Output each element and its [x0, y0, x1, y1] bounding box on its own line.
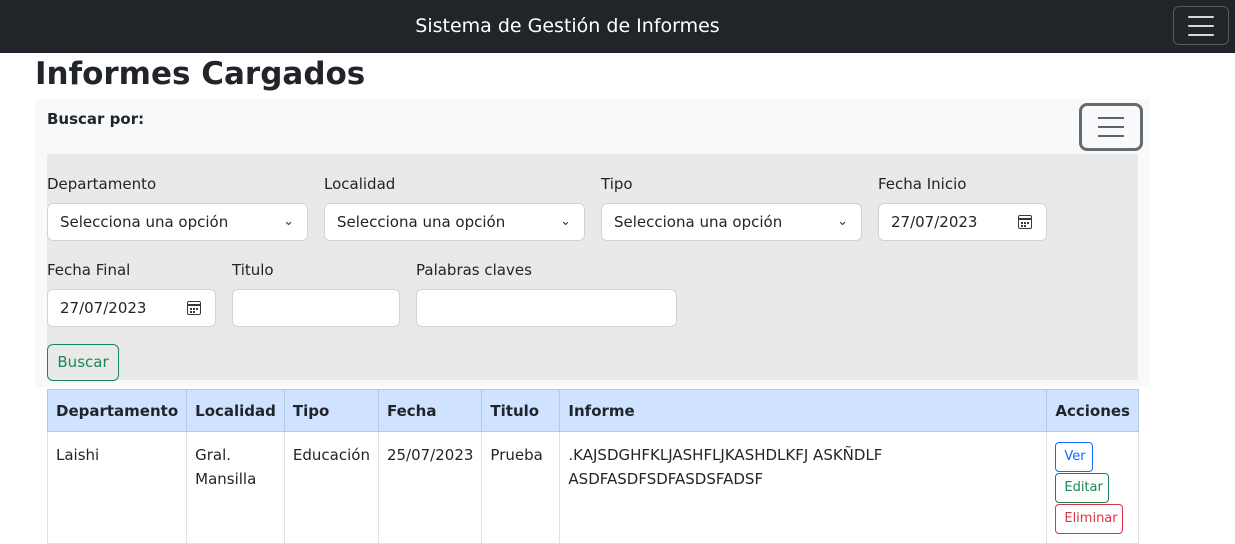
chevron-down-icon: ⌄ — [560, 214, 571, 229]
filter-toggle-button[interactable] — [1079, 103, 1143, 151]
cell-departamento: Laishi — [46, 431, 188, 544]
chevron-down-icon: ⌄ — [837, 214, 848, 229]
table-header-row: Departamento Localidad Tipo Fecha Titulo… — [46, 389, 1139, 432]
navbar-brand[interactable]: Sistema de Gestión de Informes — [0, 0, 1135, 53]
filter-menu-icon — [1098, 117, 1124, 119]
hamburger-menu-icon — [1188, 15, 1214, 18]
fecha-final-label: Fecha Final — [47, 261, 131, 279]
editar-button[interactable]: Editar — [1055, 473, 1110, 503]
header-tipo: Tipo — [283, 389, 379, 432]
fecha-inicio-input[interactable]: 27/07/2023 — [878, 203, 1047, 241]
localidad-selected-value: Selecciona una opción — [337, 213, 506, 231]
eliminar-button[interactable]: Eliminar — [1055, 504, 1124, 534]
fecha-inicio-value: 27/07/2023 — [891, 213, 978, 231]
palabras-claves-input[interactable] — [416, 289, 677, 327]
header-departamento: Departamento — [46, 389, 188, 432]
table-row: Laishi Gral. Mansilla Educación 25/07/20… — [46, 431, 1139, 544]
tipo-select[interactable]: Selecciona una opción ⌄ — [601, 203, 862, 241]
filter-form — [47, 154, 1138, 380]
cell-tipo: Educación — [283, 431, 379, 544]
localidad-label: Localidad — [324, 175, 396, 193]
ver-button[interactable]: Ver — [1055, 442, 1094, 472]
buscar-button[interactable]: Buscar — [47, 344, 119, 381]
palabras-claves-label: Palabras claves — [416, 261, 532, 279]
header-fecha: Fecha — [377, 389, 483, 432]
header-titulo: Titulo — [481, 389, 561, 432]
cell-informe: .KAJSDGHFKLJASHFLJKASHDLKFJ ASKÑDLF ASDF… — [559, 431, 1048, 544]
search-label: Buscar por: — [47, 110, 145, 128]
cell-acciones: Ver Editar Eliminar — [1046, 431, 1139, 544]
departamento-select[interactable]: Selecciona una opción ⌄ — [47, 203, 308, 241]
cell-localidad: Gral. Mansilla — [186, 431, 285, 544]
cell-fecha: 25/07/2023 — [377, 431, 483, 544]
departamento-label: Departamento — [47, 175, 157, 193]
navbar-toggler-button[interactable] — [1173, 6, 1229, 45]
tipo-label: Tipo — [601, 175, 633, 193]
top-navbar: Sistema de Gestión de Informes — [0, 0, 1235, 53]
header-informe: Informe — [559, 389, 1048, 432]
results-table: Departamento Localidad Tipo Fecha Titulo… — [46, 389, 1139, 544]
departamento-selected-value: Selecciona una opción — [60, 213, 229, 231]
chevron-down-icon: ⌄ — [283, 214, 294, 229]
titulo-label: Titulo — [232, 261, 274, 279]
calendar-icon[interactable] — [187, 301, 201, 315]
cell-titulo: Prueba — [481, 431, 561, 544]
fecha-inicio-label: Fecha Inicio — [878, 175, 967, 193]
header-acciones: Acciones — [1046, 389, 1139, 432]
calendar-icon[interactable] — [1018, 215, 1032, 229]
fecha-final-input[interactable]: 27/07/2023 — [47, 289, 216, 327]
page-title: Informes Cargados — [35, 56, 366, 92]
titulo-input[interactable] — [232, 289, 400, 327]
header-localidad: Localidad — [186, 389, 285, 432]
localidad-select[interactable]: Selecciona una opción ⌄ — [324, 203, 585, 241]
fecha-final-value: 27/07/2023 — [60, 299, 147, 317]
tipo-selected-value: Selecciona una opción — [614, 213, 783, 231]
